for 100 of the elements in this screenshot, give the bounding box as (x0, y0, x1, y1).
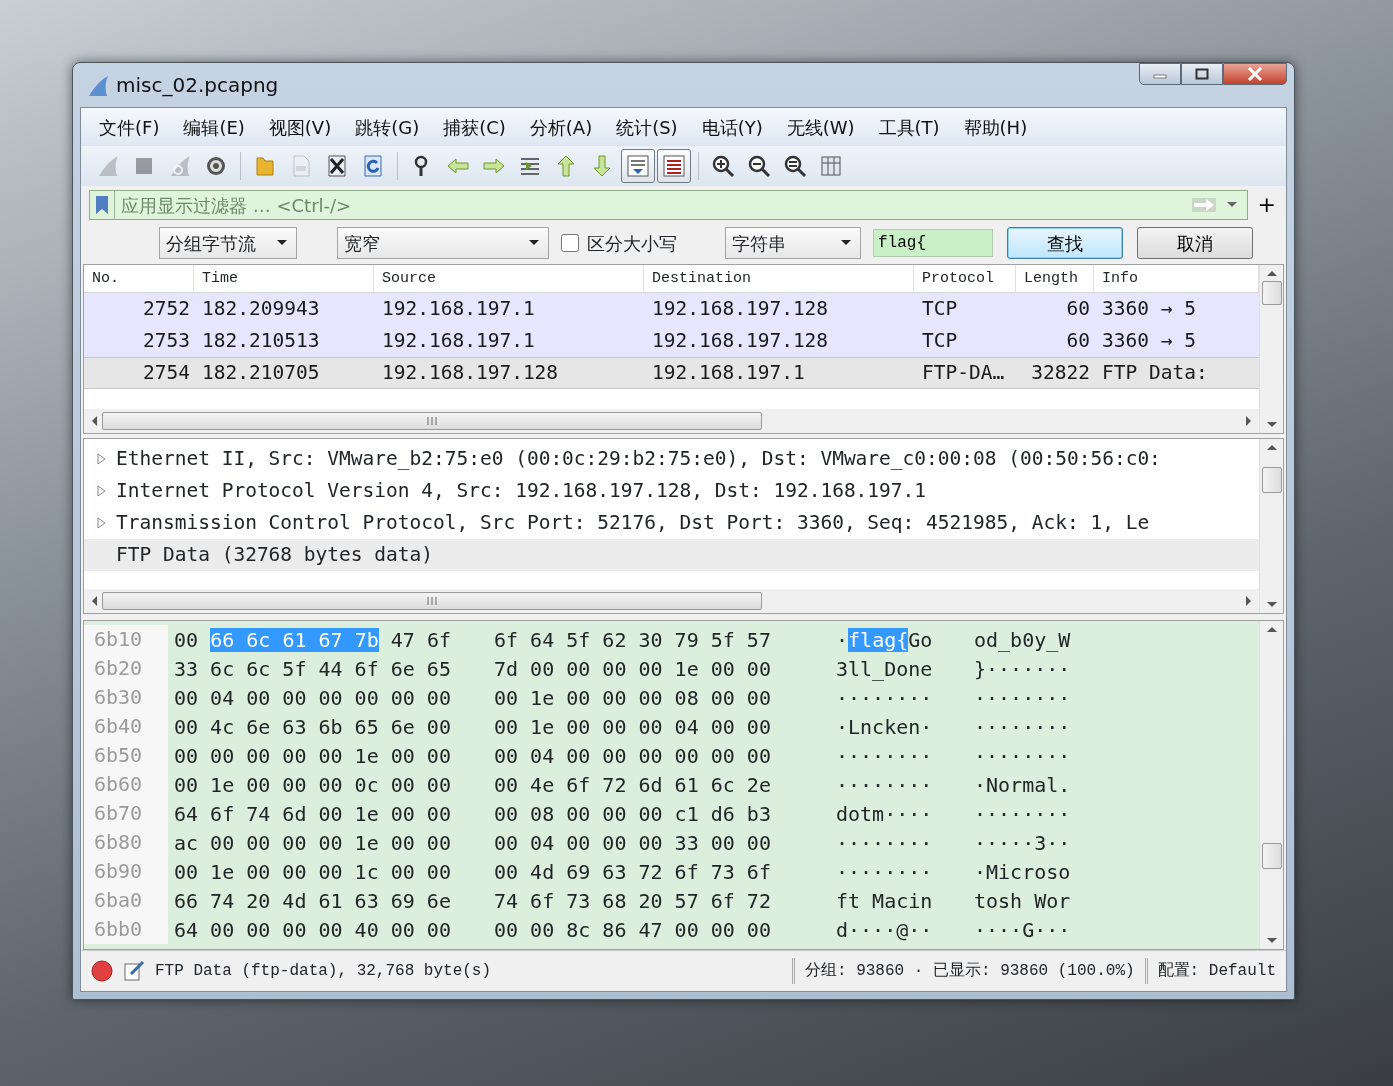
scroll-left-icon[interactable] (90, 415, 98, 427)
horizontal-scrollbar[interactable] (84, 589, 1259, 613)
menu-item[interactable]: 电话(Y) (689, 113, 775, 141)
hex-bytes: 66 74 20 4d 61 63 69 6e (174, 888, 451, 913)
checkbox[interactable] (561, 234, 579, 252)
menu-item[interactable]: 编辑(E) (171, 113, 257, 141)
ascii-text: ········ (974, 743, 1071, 768)
find-button[interactable]: 查找 (1007, 227, 1123, 259)
close-file-icon (325, 154, 349, 178)
offset: 6b40 (84, 712, 168, 741)
shark-fin-restart-icon (168, 154, 192, 178)
packet-row[interactable]: 2753 182.210513 192.168.197.1 192.168.197.128 TCP 60 3360 → 5 (84, 325, 1259, 357)
ascii-text: od_b0y_W (974, 627, 1071, 652)
tree-item[interactable]: Internet Protocol Version 4, Src: 192.168.197.128, Dst: 192.168.197.1 (84, 475, 1259, 507)
tree-item[interactable]: Transmission Control Protocol, Src Port: 52176, Dst Port: 3360, Seq: 4521985, Ack: 1, Le (84, 507, 1259, 539)
hex-bytes: 7d 00 00 00 00 1e 00 00 (494, 656, 771, 681)
menu-item[interactable]: 跳转(G) (343, 113, 432, 141)
table-cell-text: FTP Data: (1101, 360, 1209, 387)
hex-bytes: 00 04 00 00 00 00 00 00 (494, 743, 771, 768)
ascii-text: tosh Wor (974, 888, 1071, 913)
bookmark-button[interactable] (89, 190, 114, 220)
table-cell-text: 182.210705 (201, 360, 321, 387)
expand-icon[interactable] (94, 516, 108, 530)
tree-item[interactable]: FTP Data (32768 bytes data) (84, 539, 1259, 571)
menu-item[interactable]: 统计(S) (604, 113, 690, 141)
dropdown-button[interactable] (1225, 190, 1248, 220)
menu-item[interactable]: 工具(T) (866, 113, 952, 141)
ascii-text: ········ (836, 743, 933, 768)
scroll-down-icon[interactable] (1265, 937, 1278, 945)
tree-item[interactable]: Ethernet II, Src: VMware_b2:75:e0 (00:0c:29:b2:75:e0), Dst: VMware_c0:00:08 (00:50:56:c0: (84, 443, 1259, 475)
vertical-scrollbar[interactable] (1259, 265, 1283, 433)
table-cell-text: 192.168.197.1 (381, 328, 536, 355)
scroll-right-icon[interactable] (1245, 595, 1253, 607)
offset: 6b50 (84, 741, 168, 770)
scroll-thumb[interactable] (102, 412, 762, 430)
expand-icon[interactable] (94, 452, 108, 466)
hex-bytes: 00 4e 6f 72 6d 61 6c 2e (494, 772, 771, 797)
gear-icon (204, 154, 228, 178)
ascii-text: dotm···· (836, 801, 933, 826)
table-cell-text: TCP (921, 328, 959, 355)
cancel-button[interactable]: 取消 (1137, 227, 1253, 259)
ascii-text: ·Normal. (974, 772, 1071, 797)
scroll-up-icon[interactable] (1265, 443, 1278, 451)
zoom-normal-icon (783, 154, 807, 178)
offset: 6b30 (84, 683, 168, 712)
hex-bytes: 00 04 00 00 00 33 00 00 (494, 830, 771, 855)
ascii-text: ········ (974, 685, 1071, 710)
scroll-up-icon[interactable] (1265, 625, 1278, 633)
menu-item[interactable]: 捕获(C) (431, 113, 518, 141)
scroll-left-icon[interactable] (90, 595, 98, 607)
scroll-thumb[interactable] (102, 592, 762, 610)
colorize-list-icon (662, 154, 686, 178)
toolbar-button[interactable] (657, 149, 691, 183)
menu-item[interactable]: 帮助(H) (951, 113, 1040, 141)
table-cell-text: TCP (921, 296, 959, 323)
table-cell-text: FTP-DA… (921, 360, 1006, 387)
bookmark-icon (95, 195, 109, 215)
offset: 6b70 (84, 799, 168, 828)
ascii-text: 3ll_Done (836, 656, 933, 681)
table-cell-text: 192.168.197.1 (381, 296, 536, 323)
table-cell-text: 192.168.197.1 (651, 360, 806, 387)
ascii-text: ft Macin (836, 888, 933, 913)
scroll-right-icon[interactable] (1245, 415, 1253, 427)
hex-bytes: 64 6f 74 6d 00 1e 00 00 (174, 801, 451, 826)
packet-row[interactable]: 2752 182.209943 192.168.197.1 192.168.197.128 TCP 60 3360 → 5 (84, 293, 1259, 325)
dropdown-value: 宽窄 (344, 231, 380, 256)
scroll-down-icon[interactable] (1265, 421, 1278, 429)
scroll-down-icon[interactable] (1265, 601, 1278, 609)
vertical-scrollbar[interactable] (1259, 439, 1283, 613)
menu-item[interactable]: 无线(W) (774, 113, 867, 141)
add-filter-button[interactable]: + (1253, 194, 1280, 216)
horizontal-scrollbar[interactable] (84, 409, 1259, 433)
ascii-text: · (836, 627, 849, 652)
scroll-thumb[interactable] (1261, 281, 1282, 305)
vertical-scrollbar[interactable] (1259, 621, 1283, 949)
menu-item[interactable]: 文件(F) (87, 113, 172, 141)
filter-field[interactable]: 应用显示过滤器 … <Ctrl-/> (114, 190, 1182, 220)
dropdown[interactable]: 分组字节流 (159, 227, 297, 259)
expand-icon[interactable] (94, 484, 108, 498)
caret-icon (1225, 201, 1238, 209)
checkbox-label: 区分大小写 (587, 231, 677, 256)
menu-item[interactable]: 分析(A) (517, 113, 605, 141)
packet-row[interactable]: 2754 182.210705 192.168.197.128 192.168.197.1 FTP-DA… 32822 FTP Data: (84, 357, 1259, 389)
ascii-text: ·Microso (974, 859, 1071, 884)
scroll-thumb[interactable] (1261, 843, 1282, 869)
dropdown[interactable]: 宽窄 (337, 227, 549, 259)
scroll-thumb[interactable] (1261, 467, 1282, 493)
menu-item[interactable]: 视图(V) (256, 113, 344, 141)
maximize-button[interactable] (1181, 63, 1223, 85)
minimize-button[interactable] (1139, 63, 1181, 85)
expert-info-dot-icon[interactable] (91, 959, 113, 982)
edit-note-icon[interactable] (123, 959, 145, 982)
profile-label[interactable]: 配置: Default (1157, 958, 1276, 983)
search-field[interactable]: flag{ (873, 229, 993, 257)
close-button[interactable] (1223, 63, 1287, 85)
hex-bytes: 64 00 00 00 00 40 00 00 (174, 917, 451, 942)
hex-bytes: 33 6c 6c 5f 44 6f 6e 65 (174, 656, 451, 681)
scroll-up-icon[interactable] (1265, 269, 1278, 277)
folder-icon (253, 154, 277, 178)
dropdown[interactable]: 字符串 (725, 227, 861, 259)
